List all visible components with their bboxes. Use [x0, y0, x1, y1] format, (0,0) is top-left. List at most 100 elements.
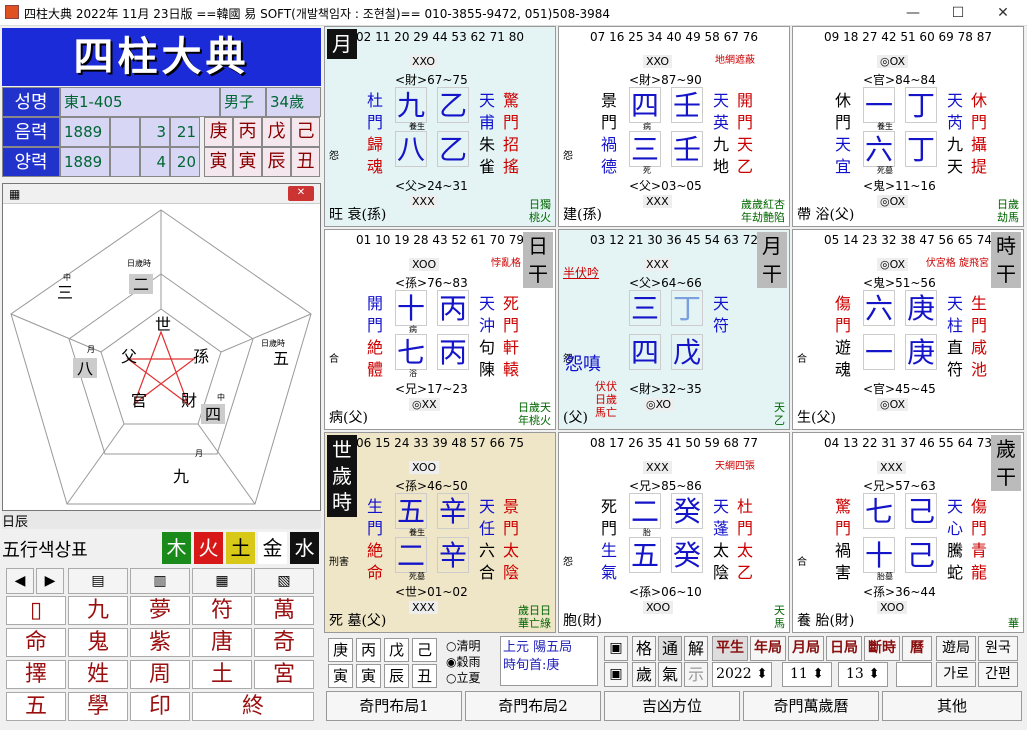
palace-1[interactable]: 02 11 20 29 44 53 62 71 80 月 XXO <財>67~75 九乙…	[324, 26, 556, 227]
save-icon[interactable]: ▤	[68, 568, 128, 594]
btn-wolguk[interactable]: 月局	[788, 636, 824, 661]
lunar-year[interactable]: 1889	[60, 117, 110, 147]
print-icon[interactable]: ▥	[130, 568, 190, 594]
extra-field[interactable]	[896, 662, 932, 687]
edit-icon[interactable]: ▦	[192, 568, 252, 594]
solar-month[interactable]: 4	[140, 147, 170, 177]
key-15[interactable]: 五	[6, 692, 66, 721]
next-button[interactable]: ▶	[36, 568, 64, 594]
key-4[interactable]: 萬	[254, 596, 314, 625]
palace-gong-1: 九	[395, 87, 427, 123]
new-doc-icon[interactable]: ▯	[6, 596, 66, 625]
key-17[interactable]: 印	[130, 692, 190, 721]
palace-6[interactable]: 05 14 23 32 38 47 56 65 74 時干 伏宮格 旋飛宮 ◎OX <鬼…	[792, 229, 1024, 430]
key-12[interactable]: 周	[130, 660, 190, 689]
stem-4: 己	[291, 117, 320, 147]
menu-3[interactable]: 吉凶方位	[604, 691, 740, 721]
pentagon-window-header[interactable]: ▦ ✕	[3, 184, 320, 204]
minimize-button[interactable]: —	[890, 0, 936, 26]
btn-wonguk[interactable]: 원국	[978, 636, 1018, 661]
palace-top-rel: <鬼>51~56	[863, 276, 936, 290]
key-2[interactable]: 夢	[130, 596, 190, 625]
key-1[interactable]: 九	[68, 596, 128, 625]
menu-1[interactable]: 奇門布局1	[326, 691, 462, 721]
btn-garo[interactable]: 가로	[936, 662, 976, 687]
key-8[interactable]: 唐	[192, 628, 252, 657]
palace-bottom-right: 華	[1008, 617, 1019, 630]
solar-year[interactable]: 1889	[60, 147, 110, 177]
palace-bot-x: ◎OX	[877, 195, 909, 208]
palace-nums: 08 17 26 35 41 50 59 68 77	[590, 436, 758, 450]
radio-3[interactable]: ○立夏	[446, 670, 500, 686]
printer2-icon[interactable]: ▣	[604, 662, 628, 687]
view-icon[interactable]: ▧	[254, 568, 314, 594]
close-button[interactable]: ✕	[980, 0, 1026, 26]
palace-top-rel: <財>67~75	[395, 73, 468, 87]
btn-nyeonguk[interactable]: 年局	[750, 636, 786, 661]
palace-4[interactable]: 01 10 19 28 43 52 61 70 79 日干 悖亂格 XOO <孫>76~…	[324, 229, 556, 430]
btn-jie[interactable]: 解	[684, 636, 708, 661]
btn-pyeongsaeng[interactable]: 平生	[712, 636, 748, 661]
btn-ryeok[interactable]: 曆	[902, 636, 932, 661]
btn-yuguk[interactable]: 遊局	[936, 636, 976, 661]
menu-4[interactable]: 奇門萬歲曆	[743, 691, 879, 721]
palace-corner-right: 月干	[757, 232, 787, 288]
palace-far-0: 開	[736, 91, 753, 110]
key-18[interactable]: 終	[192, 692, 314, 721]
key-9[interactable]: 奇	[254, 628, 314, 657]
solar-day[interactable]: 20	[170, 147, 200, 177]
key-11[interactable]: 姓	[68, 660, 128, 689]
close-icon[interactable]: ✕	[288, 186, 314, 201]
tag-1: 日歲時	[127, 258, 151, 268]
gender-field[interactable]: 男子	[220, 87, 266, 117]
btn-sui[interactable]: 歲	[632, 662, 656, 687]
palace-left-2: 絶	[366, 541, 383, 560]
key-7[interactable]: 紫	[130, 628, 190, 657]
stem-1: 庚	[204, 117, 233, 147]
btn-tong[interactable]: 通	[658, 636, 682, 661]
menu-2[interactable]: 奇門布局2	[465, 691, 601, 721]
palace-right-0: 天	[478, 91, 495, 110]
palace-3[interactable]: 09 18 27 42 51 60 69 78 87 ◎OX <官>84~84 一丁六…	[792, 26, 1024, 227]
maximize-button[interactable]: ☐	[935, 0, 981, 26]
radio-2[interactable]: ◉穀雨	[446, 654, 500, 670]
btn-ilguk[interactable]: 日局	[826, 636, 862, 661]
key-10[interactable]: 擇	[6, 660, 66, 689]
day-spinner[interactable]: 13 ⬍	[838, 662, 888, 687]
palace-foot: 帶 浴(父)	[797, 207, 855, 223]
key-3[interactable]: 符	[192, 596, 252, 625]
palace-9[interactable]: 04 13 22 31 37 46 55 64 73 歲干 XXX <兄>57~63 七…	[792, 432, 1024, 633]
palace-7[interactable]: 06 15 24 33 39 48 57 66 75 世歲時 XOO <孫>46~50…	[324, 432, 556, 633]
palace-top-rel: <孫>46~50	[395, 479, 468, 493]
palace-8[interactable]: 08 17 26 35 41 50 59 68 77 天網四張 XXX <兄>85~8…	[558, 432, 790, 633]
stem-3: 戊	[262, 117, 291, 147]
key-14[interactable]: 宮	[254, 660, 314, 689]
lunar-month[interactable]: 3	[140, 117, 170, 147]
printer-icon[interactable]: ▣	[604, 636, 628, 661]
key-5[interactable]: 命	[6, 628, 66, 657]
btn-qi[interactable]: 氣	[658, 662, 682, 687]
year-spinner[interactable]: 2022 ⬍	[712, 662, 772, 687]
palace-5[interactable]: 03 12 21 30 36 45 54 63 72 月干 半伏吟 XXX <父>64~…	[558, 229, 790, 430]
water-chip: 水	[290, 532, 319, 564]
key-6[interactable]: 鬼	[68, 628, 128, 657]
btn-shi[interactable]: 示	[684, 662, 708, 687]
month-spinner[interactable]: 11 ⬍	[782, 662, 832, 687]
key-16[interactable]: 學	[68, 692, 128, 721]
key-13[interactable]: 土	[192, 660, 252, 689]
palace-right-2: 騰	[946, 541, 963, 560]
palace-left-2: 歸	[366, 135, 383, 154]
btn-dansi[interactable]: 斷時	[864, 636, 900, 661]
lunar-day[interactable]: 21	[170, 117, 200, 147]
btn-ganpyeon[interactable]: 간편	[978, 662, 1018, 687]
btn-ge[interactable]: 格	[632, 636, 656, 661]
palace-far-3: 提	[970, 157, 987, 176]
name-field[interactable]: 東1-405	[60, 87, 220, 117]
menu-5[interactable]: 其他	[882, 691, 1022, 721]
radio-1[interactable]: ○清明	[446, 638, 500, 654]
palace-bot-rel: <孫>36~44	[863, 585, 936, 599]
palace-2[interactable]: 07 16 25 34 40 49 58 67 76 地網遮蔽 XXO <財>87~9…	[558, 26, 790, 227]
prev-button[interactable]: ◀	[6, 568, 34, 594]
palace-right-1: 英	[712, 113, 729, 132]
palace-bottom-right: 日歲 劫馬	[997, 198, 1019, 224]
